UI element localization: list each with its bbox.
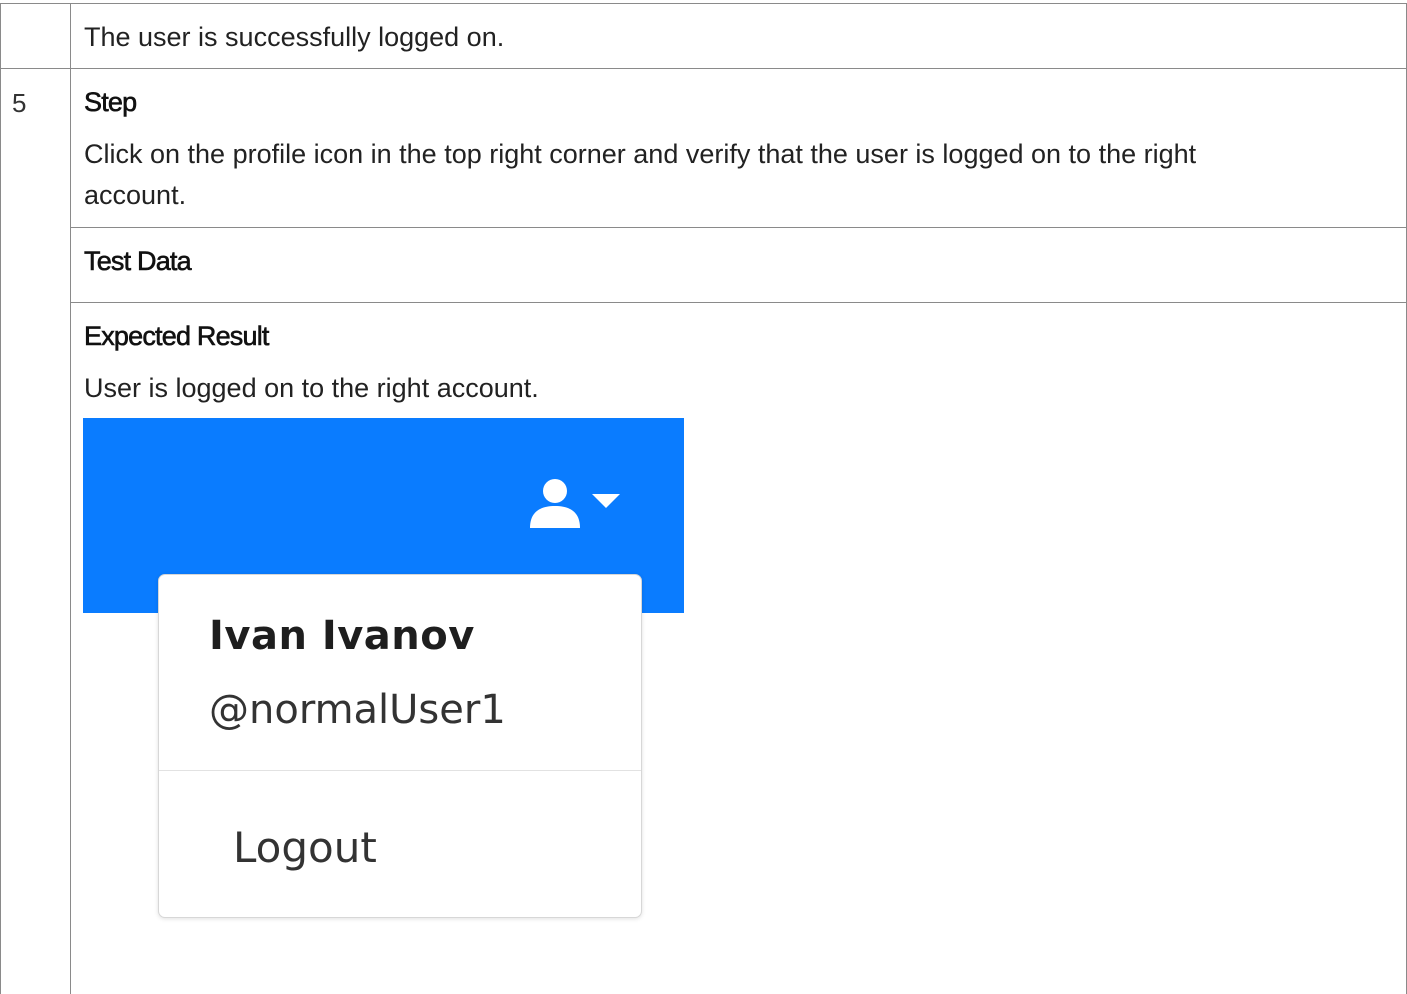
step-text-line2: account. xyxy=(84,180,187,210)
column-divider xyxy=(70,3,71,994)
step-heading: Step xyxy=(84,87,138,118)
user-icon[interactable] xyxy=(528,476,582,528)
row-divider xyxy=(0,68,1407,69)
table-border-left xyxy=(0,3,1,994)
expected-result-text: User is logged on to the right account. xyxy=(84,373,539,403)
step-testdata-divider xyxy=(70,227,1407,228)
profile-dropdown-menu: Ivan Ivanov @normalUser1 Logout xyxy=(158,574,642,918)
table-border-top xyxy=(0,3,1407,4)
caret-down-icon[interactable] xyxy=(592,494,620,508)
test-data-heading: Test Data xyxy=(84,246,192,277)
step-text-line1: Click on the profile icon in the top rig… xyxy=(84,139,1197,169)
testdata-expected-divider xyxy=(70,302,1407,303)
logout-menu-item[interactable]: Logout xyxy=(233,823,377,872)
dropdown-divider xyxy=(159,770,641,771)
profile-username: @normalUser1 xyxy=(209,687,506,733)
expected-result-heading: Expected Result xyxy=(84,321,270,352)
step-number: 5 xyxy=(12,88,27,118)
previous-result-text: The user is successfully logged on. xyxy=(84,22,505,52)
profile-full-name: Ivan Ivanov xyxy=(209,613,475,659)
